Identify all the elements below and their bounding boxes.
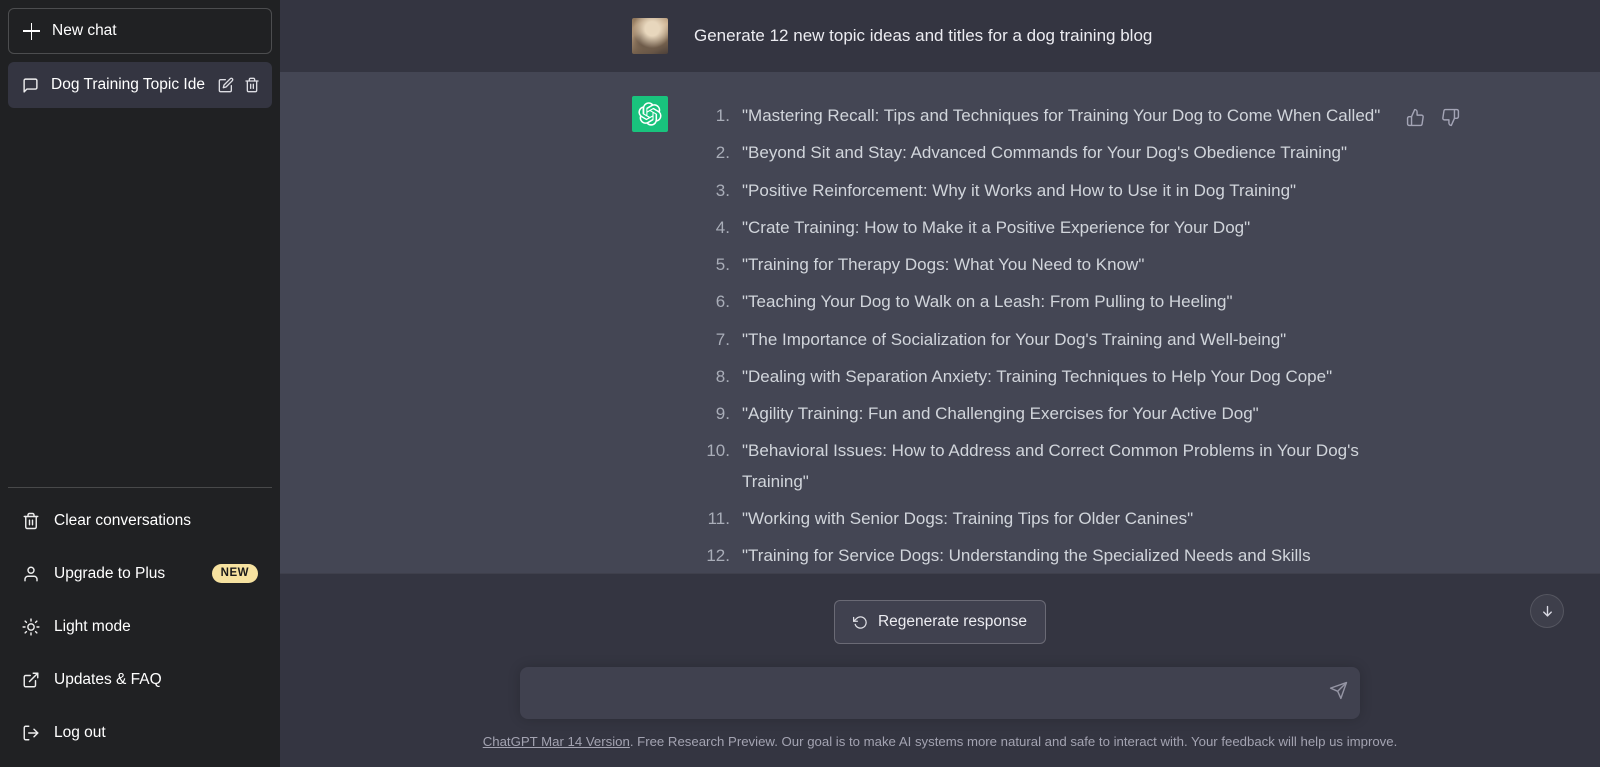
sun-icon — [22, 618, 40, 636]
list-item: "The Importance of Socialization for You… — [694, 325, 1388, 355]
conversation-list: Dog Training Topic Ide — [8, 62, 272, 108]
list-item: "Crate Training: How to Make it a Positi… — [694, 213, 1388, 243]
sidebar-item-label: Light mode — [54, 618, 258, 636]
version-link[interactable]: ChatGPT Mar 14 Version — [483, 734, 630, 749]
list-item: "Behavioral Issues: How to Address and C… — [694, 436, 1388, 497]
main-panel: Generate 12 new topic ideas and titles f… — [280, 0, 1600, 767]
trash-icon — [22, 512, 40, 530]
new-badge: NEW — [212, 564, 258, 584]
scroll-to-bottom-button[interactable] — [1530, 594, 1564, 628]
sidebar-spacer — [8, 108, 272, 487]
footer-disclaimer: ChatGPT Mar 14 Version. Free Research Pr… — [280, 719, 1600, 767]
sidebar-item-label: Updates & FAQ — [54, 671, 258, 689]
sidebar-item-label: Clear conversations — [54, 512, 258, 530]
user-message: Generate 12 new topic ideas and titles f… — [280, 0, 1600, 72]
sidebar-item-log-out[interactable]: Log out — [8, 706, 272, 759]
new-chat-button[interactable]: New chat — [8, 8, 272, 54]
list-item: "Mastering Recall: Tips and Techniques f… — [694, 101, 1388, 131]
assistant-message: "Mastering Recall: Tips and Techniques f… — [280, 72, 1600, 639]
assistant-answer-list: "Mastering Recall: Tips and Techniques f… — [694, 101, 1388, 609]
sidebar-item-label: Log out — [54, 724, 258, 742]
new-chat-label: New chat — [52, 22, 117, 40]
send-icon[interactable] — [1329, 681, 1348, 705]
regenerate-response-button[interactable]: Regenerate response — [834, 600, 1046, 644]
list-item: "Dealing with Separation Anxiety: Traini… — [694, 362, 1388, 392]
sidebar: New chat Dog Training Topic Ide — [0, 0, 280, 767]
list-item: "Teaching Your Dog to Walk on a Leash: F… — [694, 287, 1388, 317]
list-item: "Working with Senior Dogs: Training Tips… — [694, 504, 1388, 534]
list-item: "Agility Training: Fun and Challenging E… — [694, 399, 1388, 429]
chatgpt-app: New chat Dog Training Topic Ide — [0, 0, 1600, 767]
sidebar-item-upgrade-to-plus[interactable]: Upgrade to Plus NEW — [8, 547, 272, 600]
feedback-controls — [1406, 101, 1460, 127]
avatar — [632, 96, 668, 132]
sidebar-item-label: Upgrade to Plus — [54, 565, 198, 583]
logout-icon — [22, 724, 40, 742]
refresh-icon — [853, 615, 868, 630]
sidebar-item-light-mode[interactable]: Light mode — [8, 600, 272, 653]
conversation-thread: Generate 12 new topic ideas and titles f… — [280, 0, 1600, 639]
list-item: "Training for Therapy Dogs: What You Nee… — [694, 250, 1388, 280]
prompt-input-box[interactable] — [520, 667, 1360, 719]
conversation-item[interactable]: Dog Training Topic Ide — [8, 62, 272, 108]
conversation-actions — [218, 77, 260, 93]
avatar — [632, 18, 668, 54]
trash-icon[interactable] — [244, 77, 260, 93]
pencil-icon[interactable] — [218, 77, 234, 93]
prompt-input[interactable] — [536, 684, 1314, 702]
thumbs-up-icon[interactable] — [1406, 108, 1425, 127]
sidebar-item-clear-conversations[interactable]: Clear conversations — [8, 494, 272, 547]
list-item: "Beyond Sit and Stay: Advanced Commands … — [694, 138, 1388, 168]
thumbs-down-icon[interactable] — [1441, 108, 1460, 127]
user-message-text: Generate 12 new topic ideas and titles f… — [694, 23, 1466, 49]
list-item: "Positive Reinforcement: Why it Works an… — [694, 176, 1388, 206]
plus-icon — [23, 23, 40, 40]
external-link-icon — [22, 671, 40, 689]
message-icon — [22, 77, 39, 94]
input-row — [280, 667, 1600, 719]
sidebar-item-updates-faq[interactable]: Updates & FAQ — [8, 653, 272, 706]
regenerate-response-label: Regenerate response — [878, 613, 1027, 631]
regenerate-row: Regenerate response — [280, 600, 1600, 644]
sidebar-bottom-menu: Clear conversations Upgrade to Plus NEW — [8, 487, 272, 759]
user-icon — [22, 565, 40, 583]
conversation-title: Dog Training Topic Ide — [51, 76, 206, 94]
disclaimer-text: . Free Research Preview. Our goal is to … — [630, 734, 1397, 749]
composer: Regenerate response ChatGPT Mar 14 Versi… — [280, 573, 1600, 767]
